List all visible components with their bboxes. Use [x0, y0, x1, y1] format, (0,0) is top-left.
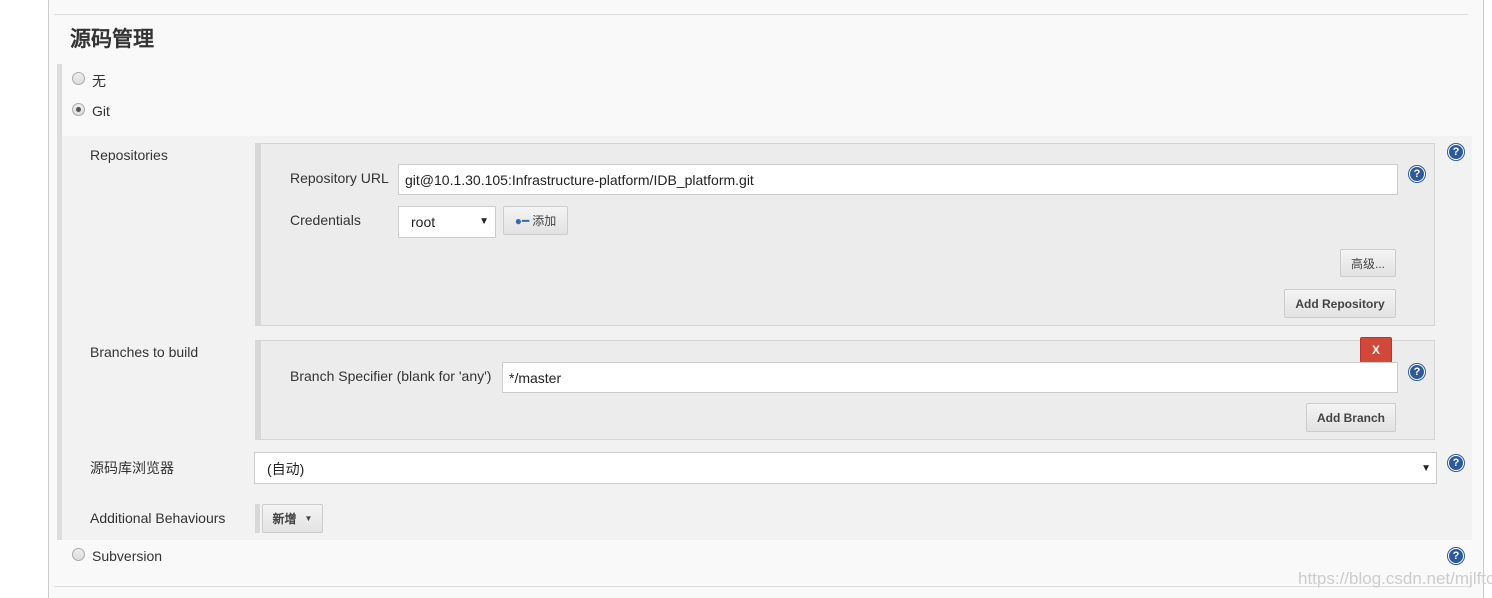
credentials-value: root	[411, 214, 436, 230]
chevron-down-icon: ▼	[479, 216, 489, 227]
branch-specifier-input[interactable]	[502, 362, 1398, 393]
add-behaviour-label: 新增	[272, 512, 297, 526]
add-branch-button[interactable]: Add Branch	[1306, 403, 1396, 432]
section-title: 源码管理	[70, 28, 154, 51]
scm-subversion-radio[interactable]	[72, 548, 85, 561]
repo-url-label: Repository URL	[290, 170, 389, 186]
help-icon[interactable]: ?	[1409, 364, 1425, 380]
help-icon[interactable]: ?	[1448, 455, 1464, 471]
branch-specifier-label: Branch Specifier (blank for 'any')	[290, 368, 492, 384]
key-icon: ●━	[514, 213, 530, 228]
delete-branch-button[interactable]: X	[1360, 337, 1392, 363]
scm-subversion-label: Subversion	[92, 548, 163, 564]
browser-label: 源码库浏览器	[90, 460, 174, 476]
caret-down-icon: ▼	[304, 514, 313, 523]
watermark: https://blog.csdn.net/mjlfto	[1298, 569, 1492, 588]
help-icon[interactable]: ?	[1448, 144, 1464, 160]
add-repository-button[interactable]: Add Repository	[1284, 289, 1396, 318]
behaviours-bar	[255, 504, 260, 533]
credentials-label: Credentials	[290, 212, 361, 228]
scm-git-label: Git	[92, 103, 110, 119]
divider	[54, 14, 1468, 15]
branches-label: Branches to build	[90, 344, 199, 360]
scm-git-radio[interactable]	[72, 103, 85, 116]
repositories-label: Repositories	[90, 147, 168, 163]
add-credentials-label: 添加	[532, 214, 557, 228]
chevron-down-icon: ▼	[1421, 463, 1431, 474]
scm-none-label: 无	[92, 73, 106, 89]
browser-value: (自动)	[267, 461, 305, 477]
repo-url-input[interactable]	[398, 164, 1398, 195]
credentials-select[interactable]: root ▼	[398, 206, 496, 238]
divider	[54, 586, 1468, 587]
repository-browser-select[interactable]: (自动) ▼	[254, 452, 1437, 484]
add-credentials-button[interactable]: ●━ 添加	[503, 206, 568, 235]
help-icon[interactable]: ?	[1448, 548, 1464, 564]
scm-none-radio[interactable]	[72, 72, 85, 85]
behaviours-label: Additional Behaviours	[90, 510, 226, 526]
advanced-button[interactable]: 高级...	[1340, 249, 1396, 277]
add-behaviour-button[interactable]: 新增 ▼	[262, 504, 323, 533]
help-icon[interactable]: ?	[1409, 166, 1425, 182]
